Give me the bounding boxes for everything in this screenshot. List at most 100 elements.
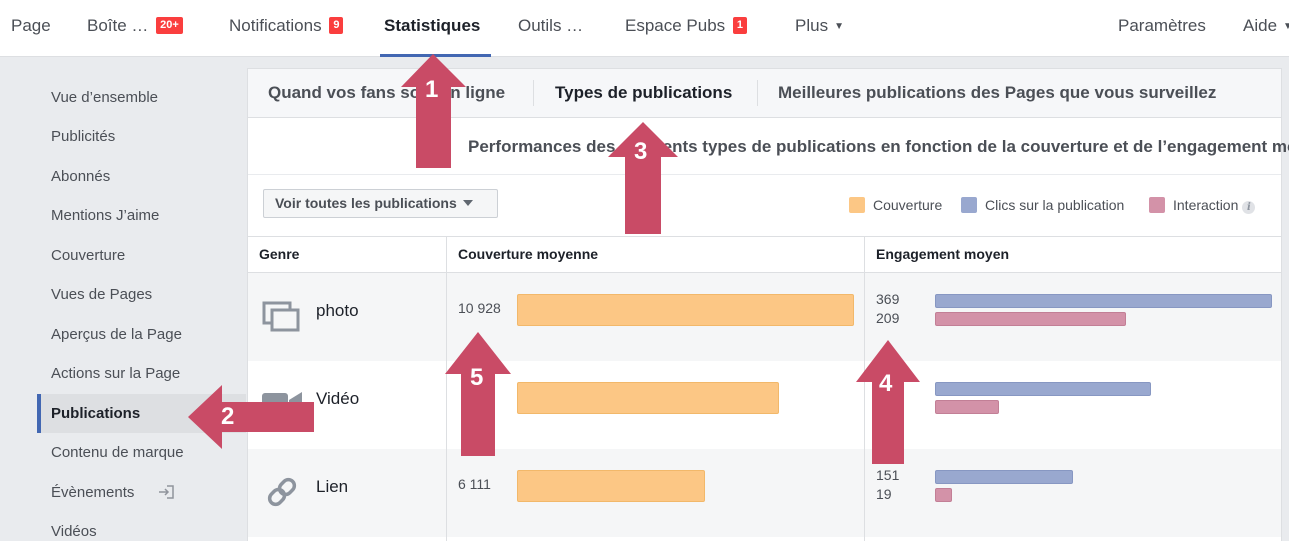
column-header-type: Genre [259,246,300,262]
sidebar-item-label: Mentions J’aime [51,207,160,224]
annotation-number-2: 2 [221,403,235,430]
interactions-bar [935,488,952,502]
nav-ads[interactable]: Espace Pubs 1 [625,15,748,37]
nav-notifications[interactable]: Notifications 9 [229,15,344,37]
info-icon[interactable]: i [1242,201,1256,214]
nav-notifications-label: Notifications [229,16,322,35]
annotation-number-1: 1 [425,76,439,103]
nav-page-label: Page [11,16,51,35]
sidebar-item-reach[interactable]: Couverture [37,236,246,275]
post-type-label: Vidéo [316,389,360,408]
column-header-reach[interactable]: Couverture moyenne [458,246,598,262]
filter-label: Voir toutes les publications [275,195,457,211]
reach-value: 6 111 [458,476,491,492]
annotation-arrow-2 [188,385,314,449]
filter-dropdown[interactable]: Voir toutes les publications [263,189,498,218]
interactions-bar [935,312,1126,326]
sidebar-item-label: Publications [51,405,141,422]
tab-fans-online[interactable]: Quand vos fans sont en ligne [268,83,505,103]
legend-label: Clics sur la publication [985,197,1125,213]
nav-more[interactable]: Plus ▼ [795,15,844,38]
clicks-bar [935,294,1272,308]
nav-help[interactable]: Aide ▼ [1243,15,1289,38]
nav-more-label: Plus [795,16,829,35]
chevron-down-icon [462,200,473,206]
annotation-number-5: 5 [470,364,484,391]
sidebar: Vue d’ensemble Publicités Abonnés Mentio… [0,58,246,541]
link-icon [267,477,297,507]
tab-divider [533,80,534,106]
column-header-engagement[interactable]: Engagement moyen [876,246,1009,262]
sidebar-item-page-views[interactable]: Vues de Pages [37,275,246,314]
annotation-number-4: 4 [879,370,893,397]
post-type-label: photo [316,301,359,320]
sidebar-item-label: Couverture [51,247,126,264]
chevron-down-icon: ▼ [1283,21,1289,32]
reach-bar [517,294,854,326]
sidebar-item-events[interactable]: Évènements [37,473,246,512]
annotation-arrow-4 [856,340,920,464]
nav-ads-label: Espace Pubs [625,16,726,35]
clicks-value: 151 [876,467,900,483]
subtitle-text: Performances des différents types de pub… [468,137,1289,156]
legend-swatch [1149,197,1165,213]
sidebar-item-label: Abonnés [51,168,111,185]
legend-interactions: Interaction i [1149,197,1256,214]
nav-statistics-label: Statistiques [384,16,481,35]
tab-top-posts[interactable]: Meilleures publications des Pages que vo… [778,83,1216,103]
sidebar-item-label: Aperçus de la Page [51,326,182,343]
sidebar-item-label: Publicités [51,128,116,145]
interactions-value: 19 [876,486,892,502]
legend-swatch [961,197,977,213]
nav-page[interactable]: Page [11,15,51,37]
nav-inbox[interactable]: Boîte … 20+ [87,15,183,37]
clicks-bar [935,470,1073,484]
table-row[interactable]: Lien [248,449,1281,537]
annotation-number-3: 3 [634,138,648,165]
legend-label: Interaction [1173,197,1239,213]
clicks-bar [935,382,1151,396]
tab-divider [757,80,758,106]
sidebar-item-label: Évènements [51,484,135,501]
chevron-down-icon: ▼ [834,21,844,32]
sidebar-item-label: Actions sur la Page [51,365,181,382]
nav-tools[interactable]: Outils … [518,15,583,37]
legend-clicks: Clics sur la publication [961,197,1124,214]
legend-swatch [849,197,865,213]
sidebar-item-likes[interactable]: Mentions J’aime [37,196,246,235]
reach-bar [517,470,705,502]
nav-tools-label: Outils … [518,16,584,35]
sidebar-item-ads[interactable]: Publicités [37,117,246,156]
ads-badge: 1 [732,17,748,34]
sidebar-item-label: Vue d’ensemble [51,89,159,106]
sidebar-item-videos[interactable]: Vidéos [37,512,246,541]
top-navigation: Page Boîte … 20+ Notifications 9 Statist… [0,0,1289,57]
sidebar-item-page-previews[interactable]: Aperçus de la Page [37,315,246,354]
nav-settings-label: Paramètres [1118,16,1206,35]
nav-statistics[interactable]: Statistiques [384,15,480,37]
inbox-badge: 20+ [156,17,183,34]
annotation-arrow-5 [445,332,511,456]
reach-bar [517,382,779,414]
nav-settings[interactable]: Paramètres [1118,15,1206,37]
table-header: Genre Couverture moyenne Engagement moye… [248,236,1281,273]
sidebar-item-overview[interactable]: Vue d’ensemble [37,78,246,117]
legend-label: Couverture [873,197,943,213]
sidebar-item-label: Vues de Pages [51,286,153,303]
post-type-label: Lien [316,477,349,496]
sidebar-item-followers[interactable]: Abonnés [37,157,246,196]
external-link-icon [159,485,174,499]
nav-help-label: Aide [1243,16,1278,35]
interactions-bar [935,400,999,414]
nav-inbox-label: Boîte … [87,16,149,35]
notifications-badge: 9 [329,17,344,34]
sidebar-item-label: Vidéos [51,523,97,540]
sidebar-item-label: Contenu de marque [51,444,184,461]
reach-value: 10 928 [458,300,501,316]
photo-icon [262,301,300,332]
legend-reach: Couverture [849,197,942,214]
annotation-arrow-1 [401,54,466,168]
tab-post-types[interactable]: Types de publications [555,83,732,103]
clicks-value: 369 [876,291,900,307]
interactions-value: 209 [876,310,900,326]
